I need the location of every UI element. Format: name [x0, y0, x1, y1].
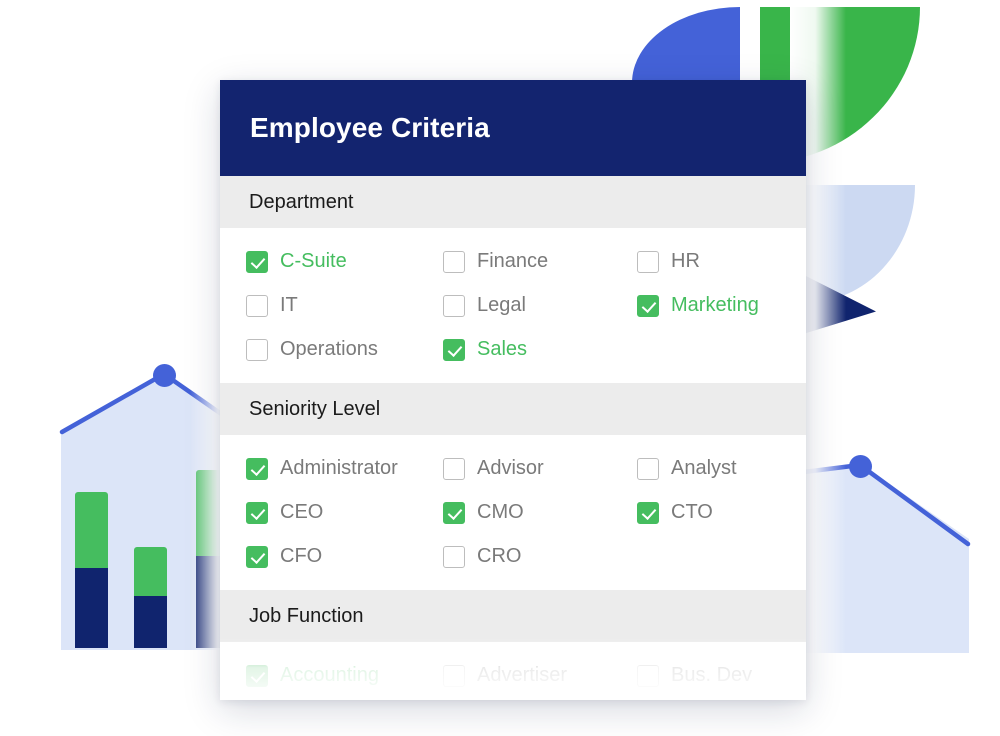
checkbox-label: CTO — [671, 501, 713, 523]
checkbox-label: C-Suite — [280, 250, 347, 272]
checkbox-checked-icon[interactable] — [246, 545, 268, 568]
checkbox-label: Accounting — [280, 664, 379, 686]
checkbox-label: Finance — [477, 250, 549, 272]
checkbox-item-sales[interactable]: Sales — [443, 332, 637, 367]
checkbox-unchecked-icon[interactable] — [246, 338, 268, 361]
checkbox-item-finance[interactable]: Finance — [443, 244, 637, 279]
checkbox-label: Sales — [477, 338, 528, 360]
checkbox-checked-icon[interactable] — [246, 501, 268, 524]
checkbox-label: Legal — [477, 294, 526, 316]
checkbox-item-administrator[interactable]: Administrator — [246, 451, 443, 486]
checkbox-label: Marketing — [671, 294, 759, 316]
page-title: Employee Criteria — [250, 112, 490, 143]
employee-criteria-card: Employee Criteria Department C-Suite Fin… — [220, 80, 806, 700]
checkbox-label: HR — [671, 250, 700, 272]
checkbox-unchecked-icon[interactable] — [443, 294, 465, 317]
bar-segment-navy — [134, 596, 167, 648]
checkbox-label: Administrator — [280, 457, 398, 479]
checkbox-unchecked-icon[interactable] — [246, 294, 268, 317]
blue-quarter-pie-decoration — [632, 7, 740, 83]
checkbox-checked-icon[interactable] — [443, 501, 465, 524]
section-title: Seniority Level — [249, 397, 381, 420]
checkbox-unchecked-icon[interactable] — [443, 250, 465, 273]
checkbox-item-legal[interactable]: Legal — [443, 288, 637, 323]
bar-segment-green — [134, 547, 167, 596]
section-title: Department — [249, 190, 354, 213]
checkbox-label: CRO — [477, 545, 522, 567]
checkbox-unchecked-icon[interactable] — [637, 664, 659, 687]
checkbox-checked-icon[interactable] — [637, 501, 659, 524]
checkbox-item-accounting[interactable]: Accounting — [246, 658, 443, 693]
checkbox-label: CEO — [280, 501, 324, 523]
card-header: Employee Criteria — [220, 80, 806, 176]
checkbox-unchecked-icon[interactable] — [443, 664, 465, 687]
section-body-seniority-level: Administrator Advisor Analyst CEO CMO CT… — [220, 435, 806, 590]
checkbox-item-it[interactable]: IT — [246, 288, 443, 323]
checkbox-checked-icon[interactable] — [246, 250, 268, 273]
section-title: Job Function — [249, 604, 364, 627]
left-chart-peak-marker-icon — [153, 364, 176, 387]
bar-segment-green — [75, 492, 108, 568]
screenshot-canvas: Employee Criteria Department C-Suite Fin… — [0, 0, 1000, 736]
checkbox-checked-icon[interactable] — [443, 338, 465, 361]
checkbox-item-bus-dev[interactable]: Bus. Dev — [637, 658, 780, 693]
checkbox-item-operations[interactable]: Operations — [246, 332, 443, 367]
section-header-seniority-level: Seniority Level — [220, 383, 806, 435]
checkbox-label: Operations — [280, 338, 378, 360]
left-area-chart-line-icon — [59, 371, 233, 435]
bar-segment-navy — [75, 568, 108, 648]
checkbox-label: Advertiser — [477, 664, 568, 686]
checkbox-item-cmo[interactable]: CMO — [443, 495, 637, 530]
checkbox-checked-icon[interactable] — [246, 664, 268, 687]
checkbox-checked-icon[interactable] — [246, 457, 268, 480]
right-chart-peak-marker-icon — [849, 455, 872, 478]
bar-chart-bar — [75, 492, 108, 648]
checkbox-label: Bus. Dev — [671, 664, 753, 686]
checkbox-item-marketing[interactable]: Marketing — [637, 288, 780, 323]
section-body-job-function: Accounting Advertiser Bus. Dev — [220, 642, 806, 700]
checkbox-item-advertiser[interactable]: Advertiser — [443, 658, 637, 693]
checkbox-item-cro[interactable]: CRO — [443, 539, 637, 574]
checkbox-item-c-suite[interactable]: C-Suite — [246, 244, 443, 279]
section-header-job-function: Job Function — [220, 590, 806, 642]
checkbox-item-hr[interactable]: HR — [637, 244, 780, 279]
checkbox-label: CMO — [477, 501, 524, 523]
checkbox-unchecked-icon[interactable] — [443, 457, 465, 480]
checkbox-label: Analyst — [671, 457, 737, 479]
section-header-department: Department — [220, 176, 806, 228]
checkbox-checked-icon[interactable] — [637, 294, 659, 317]
checkbox-item-cto[interactable]: CTO — [637, 495, 780, 530]
bar-chart-bar — [134, 547, 167, 648]
checkbox-label: IT — [280, 294, 298, 316]
right-area-chart-line-icon — [801, 462, 971, 547]
checkbox-label: Advisor — [477, 457, 544, 479]
checkbox-item-cfo[interactable]: CFO — [246, 539, 443, 574]
checkbox-item-analyst[interactable]: Analyst — [637, 451, 780, 486]
checkbox-unchecked-icon[interactable] — [637, 457, 659, 480]
section-body-department: C-Suite Finance HR IT Legal Marketing Op… — [220, 228, 806, 383]
checkbox-item-advisor[interactable]: Advisor — [443, 451, 637, 486]
checkbox-label: CFO — [280, 545, 323, 567]
checkbox-unchecked-icon[interactable] — [443, 545, 465, 568]
checkbox-item-ceo[interactable]: CEO — [246, 495, 443, 530]
checkbox-unchecked-icon[interactable] — [637, 250, 659, 273]
